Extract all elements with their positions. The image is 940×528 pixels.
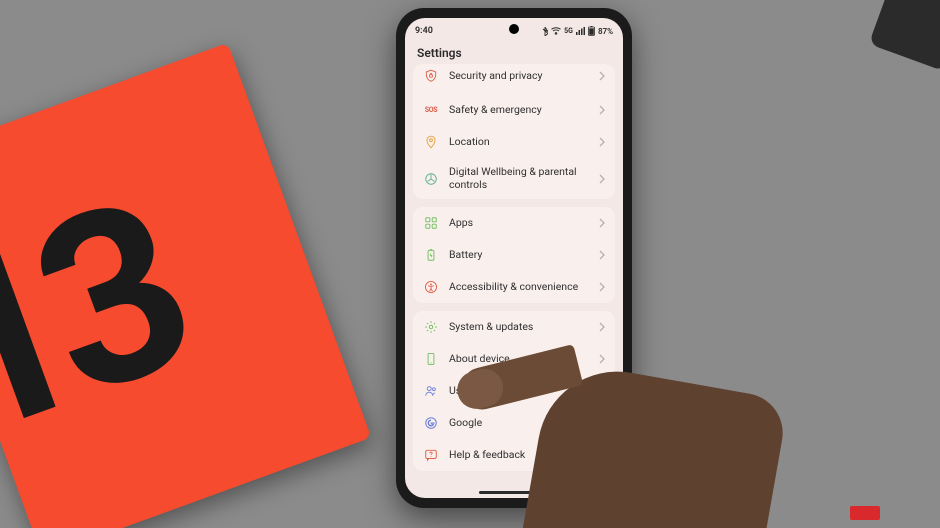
settings-item-label: Help & feedback [449, 449, 589, 462]
settings-item-label: About device [449, 353, 589, 366]
settings-item-label: Digital Wellbeing & parental controls [449, 166, 589, 191]
settings-item-about-device[interactable]: About device [413, 343, 615, 375]
settings-item-users-accounts[interactable]: Users & accounts [413, 375, 615, 407]
settings-item-google[interactable]: Google [413, 407, 615, 439]
settings-item-label: Apps [449, 217, 589, 230]
settings-group-apps: Apps Battery Accessibility & convenience [413, 207, 615, 303]
settings-item-system-updates[interactable]: System & updates [413, 311, 615, 343]
bluetooth-icon [542, 27, 548, 36]
chevron-right-icon [599, 450, 605, 460]
settings-item-label: Google [449, 417, 589, 430]
chevron-right-icon [599, 250, 605, 260]
network-5g-icon: 5G [564, 27, 573, 35]
settings-item-location[interactable]: Location [413, 126, 615, 158]
apps-icon [423, 215, 439, 231]
watermark-tag [850, 506, 880, 520]
phone-frame: 9:40 5G 87% Settings Security and privac… [396, 8, 632, 508]
gear-update-icon [423, 319, 439, 335]
settings-item-accessibility[interactable]: Accessibility & convenience [413, 271, 615, 303]
settings-item-safety-emergency[interactable]: SOS Safety & emergency [413, 94, 615, 126]
chevron-right-icon [599, 282, 605, 292]
device-icon [423, 351, 439, 367]
sos-icon: SOS [423, 102, 439, 118]
top-right-prop [869, 0, 940, 71]
battery-status-icon [588, 26, 595, 36]
chevron-right-icon [599, 71, 605, 81]
wifi-icon [551, 27, 561, 35]
accessibility-icon [423, 279, 439, 295]
settings-item-label: Battery [449, 249, 589, 262]
chevron-right-icon [599, 386, 605, 396]
gesture-nav-bar[interactable] [479, 491, 549, 494]
oneplus-13-box-prop: 13 [0, 43, 371, 528]
page-title: Settings [405, 40, 623, 64]
settings-item-label: System & updates [449, 321, 589, 334]
chevron-right-icon [599, 218, 605, 228]
status-icons: 5G 87% [542, 26, 613, 36]
chevron-right-icon [599, 322, 605, 332]
settings-item-label: Security and privacy [449, 70, 589, 83]
settings-list[interactable]: Security and privacy SOS Safety & emerge… [405, 64, 623, 485]
settings-item-help-feedback[interactable]: Help & feedback [413, 439, 615, 471]
chevron-right-icon [599, 137, 605, 147]
chevron-right-icon [599, 354, 605, 364]
battery-percent: 87% [598, 27, 613, 36]
settings-item-security-privacy[interactable]: Security and privacy [413, 64, 615, 94]
settings-item-battery[interactable]: Battery [413, 239, 615, 271]
settings-item-digital-wellbeing[interactable]: Digital Wellbeing & parental controls [413, 158, 615, 199]
settings-item-label: Location [449, 136, 589, 149]
status-time: 9:40 [415, 26, 433, 36]
front-camera [509, 24, 519, 34]
chevron-right-icon [599, 105, 605, 115]
settings-item-apps[interactable]: Apps [413, 207, 615, 239]
google-icon [423, 415, 439, 431]
settings-group-system: System & updates About device Users & ac… [413, 311, 615, 471]
settings-item-label: Safety & emergency [449, 104, 589, 117]
shield-lock-icon [423, 68, 439, 84]
phone-screen: 9:40 5G 87% Settings Security and privac… [405, 18, 623, 498]
chevron-right-icon [599, 174, 605, 184]
settings-group-privacy: Security and privacy SOS Safety & emerge… [413, 64, 615, 199]
wellbeing-icon [423, 171, 439, 187]
signal-icon [576, 27, 585, 35]
users-icon [423, 383, 439, 399]
settings-item-label: Users & accounts [449, 385, 589, 398]
help-icon [423, 447, 439, 463]
settings-item-label: Accessibility & convenience [449, 281, 589, 294]
box-number-13: 13 [0, 149, 209, 495]
chevron-right-icon [599, 418, 605, 428]
location-icon [423, 134, 439, 150]
battery-icon [423, 247, 439, 263]
